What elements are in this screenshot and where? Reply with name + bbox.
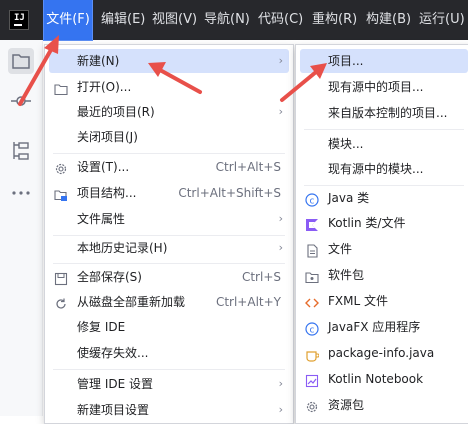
- arrow-to-new-item: [148, 62, 202, 94]
- arrow-to-project-item: [280, 63, 327, 102]
- annotation-arrows: [18, 35, 327, 106]
- arrow-to-file-menu: [18, 35, 59, 106]
